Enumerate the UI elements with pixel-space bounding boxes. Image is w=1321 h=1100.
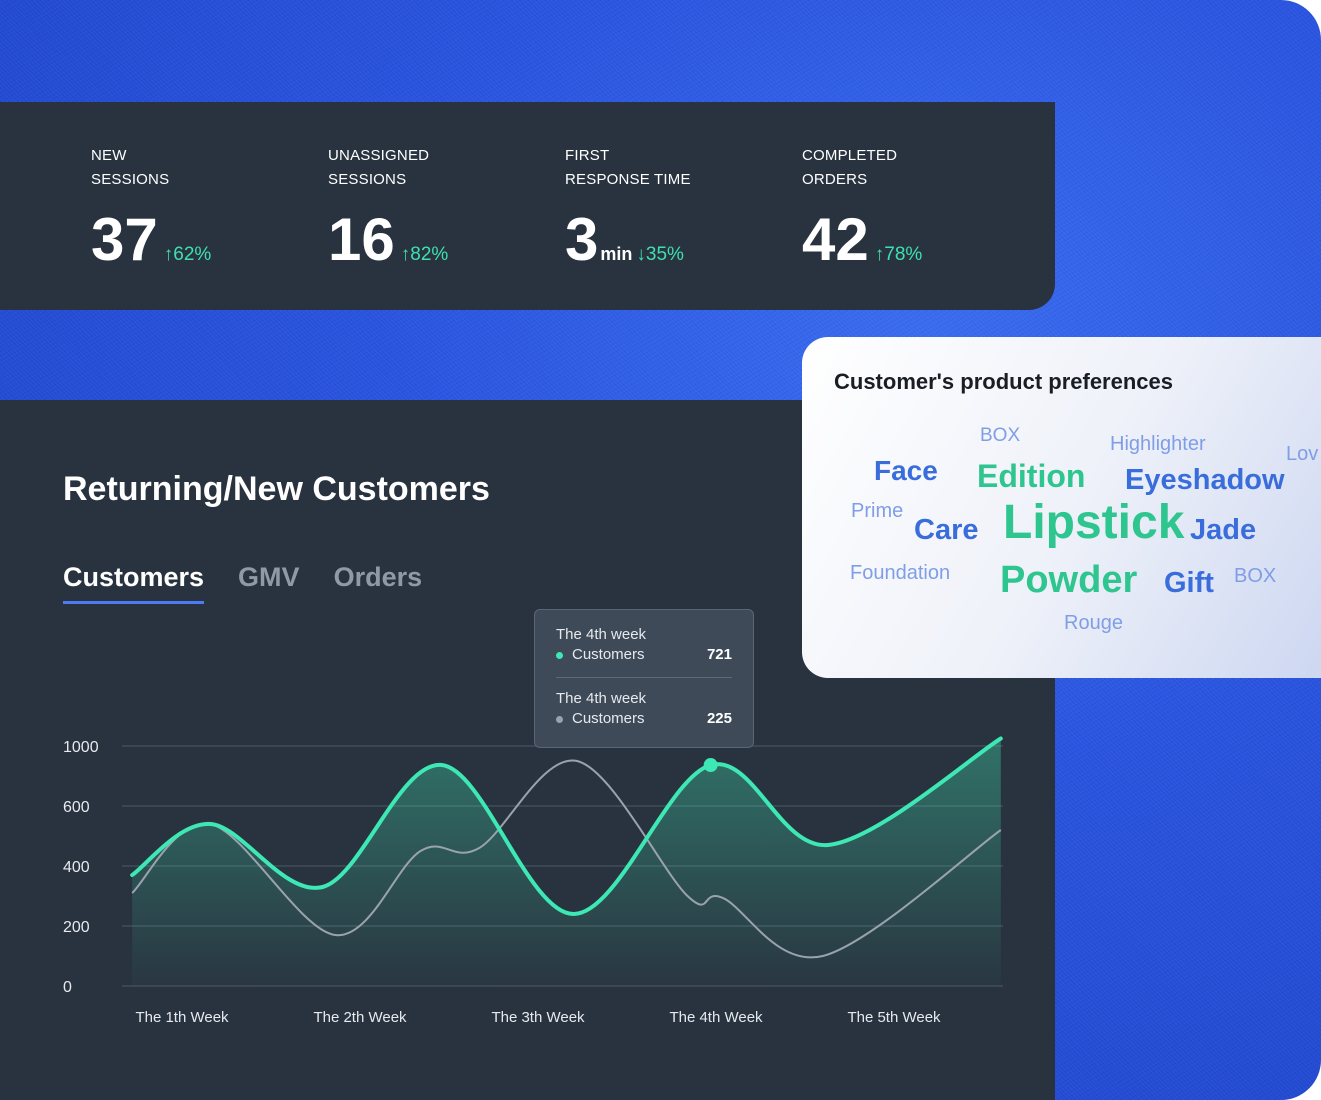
- series-dot-icon: [556, 652, 563, 659]
- word: Edition: [977, 458, 1086, 494]
- x-tick-label: The 2th Week: [313, 1009, 407, 1026]
- word: Highlighter: [1110, 433, 1206, 455]
- tooltip-series: Customers: [572, 710, 645, 727]
- tooltip-title: The 4th week: [556, 626, 647, 643]
- chart-tooltip: The 4th week Customers 721 The 4th week C…: [534, 609, 754, 748]
- card-title: Customer's product preferences: [834, 369, 1173, 394]
- y-tick-label: 600: [63, 799, 90, 816]
- area-fill: [132, 738, 1001, 986]
- word-cloud-card: Customer's product preferences BOX Highli…: [802, 337, 1321, 678]
- x-tick-label: The 5th Week: [847, 1009, 941, 1026]
- word: BOX: [980, 425, 1021, 446]
- word: Lipstick: [1003, 496, 1185, 549]
- tooltip-value: 225: [706, 710, 732, 727]
- word: Rouge: [1064, 612, 1123, 634]
- y-tick-label: 200: [63, 919, 90, 936]
- word: Face: [874, 455, 938, 486]
- tooltip-value: 721: [706, 646, 732, 663]
- word: Care: [914, 514, 979, 546]
- word: BOX: [1234, 565, 1277, 587]
- y-tick-label: 400: [63, 859, 90, 876]
- divider: [556, 677, 732, 678]
- word: Gift: [1164, 567, 1214, 599]
- word: Eyeshadow: [1125, 464, 1285, 496]
- word: Lov: [1286, 443, 1319, 465]
- x-tick-label: The 1th Week: [135, 1009, 229, 1026]
- dashboard: NEW SESSIONS 37 ↑62% UNASSIGNED SESSIONS 1…: [0, 0, 1321, 1100]
- series-dot-icon: [556, 716, 563, 723]
- tooltip-title: The 4th week: [556, 690, 647, 707]
- x-tick-label: The 4th Week: [669, 1009, 763, 1026]
- word: Foundation: [850, 562, 951, 584]
- word: Jade: [1190, 514, 1257, 546]
- word: Prime: [851, 500, 904, 522]
- y-tick-label: 1000: [63, 739, 99, 756]
- word: Powder: [1000, 559, 1138, 601]
- y-tick-label: 0: [63, 979, 72, 996]
- highlight-point: [703, 758, 718, 773]
- tooltip-series: Customers: [572, 646, 645, 663]
- x-tick-label: The 3th Week: [491, 1009, 585, 1026]
